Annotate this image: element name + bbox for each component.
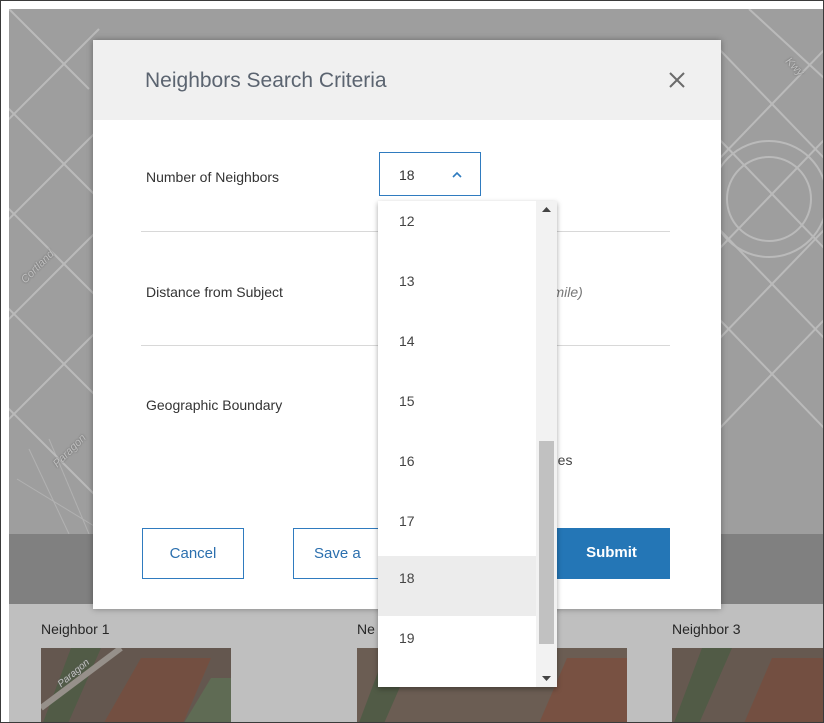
dropdown-option-selected[interactable]: 18 — [378, 556, 536, 616]
dropdown-option[interactable]: 17 — [378, 499, 536, 559]
dropdown-option[interactable]: 16 — [378, 439, 536, 499]
chevron-up-icon — [452, 171, 462, 178]
dropdown-option[interactable]: 12 — [378, 201, 536, 259]
number-of-neighbors-select[interactable]: 18 — [379, 152, 481, 196]
dropdown-option[interactable]: 13 — [378, 259, 536, 319]
distance-from-subject-label: Distance from Subject — [146, 284, 283, 300]
scroll-up-arrow-icon[interactable] — [536, 201, 557, 219]
cancel-button[interactable]: Cancel — [142, 528, 244, 579]
selected-value: 18 — [399, 167, 415, 183]
dropdown-option[interactable]: 14 — [378, 319, 536, 379]
cancel-button-label: Cancel — [169, 545, 217, 562]
dropdown-scrollbar[interactable] — [536, 201, 557, 687]
neighbors-count-dropdown[interactable]: 12 13 14 15 16 17 18 19 — [378, 201, 557, 687]
scroll-down-arrow-icon[interactable] — [536, 669, 557, 687]
dialog-title: Neighbors Search Criteria — [145, 69, 387, 92]
app-frame: Kwy Cortland Paragon Neighbor 1 Paragon … — [0, 0, 824, 723]
dialog-header: Neighbors Search Criteria — [93, 40, 721, 120]
geographic-boundary-label: Geographic Boundary — [146, 397, 283, 413]
dropdown-option[interactable]: 19 — [378, 616, 536, 676]
save-button-label: Save a — [314, 545, 361, 562]
close-icon[interactable] — [665, 68, 689, 92]
scrollbar-thumb[interactable] — [539, 441, 554, 644]
number-of-neighbors-label: Number of Neighbors — [146, 169, 280, 185]
dropdown-option[interactable]: 15 — [378, 379, 536, 439]
